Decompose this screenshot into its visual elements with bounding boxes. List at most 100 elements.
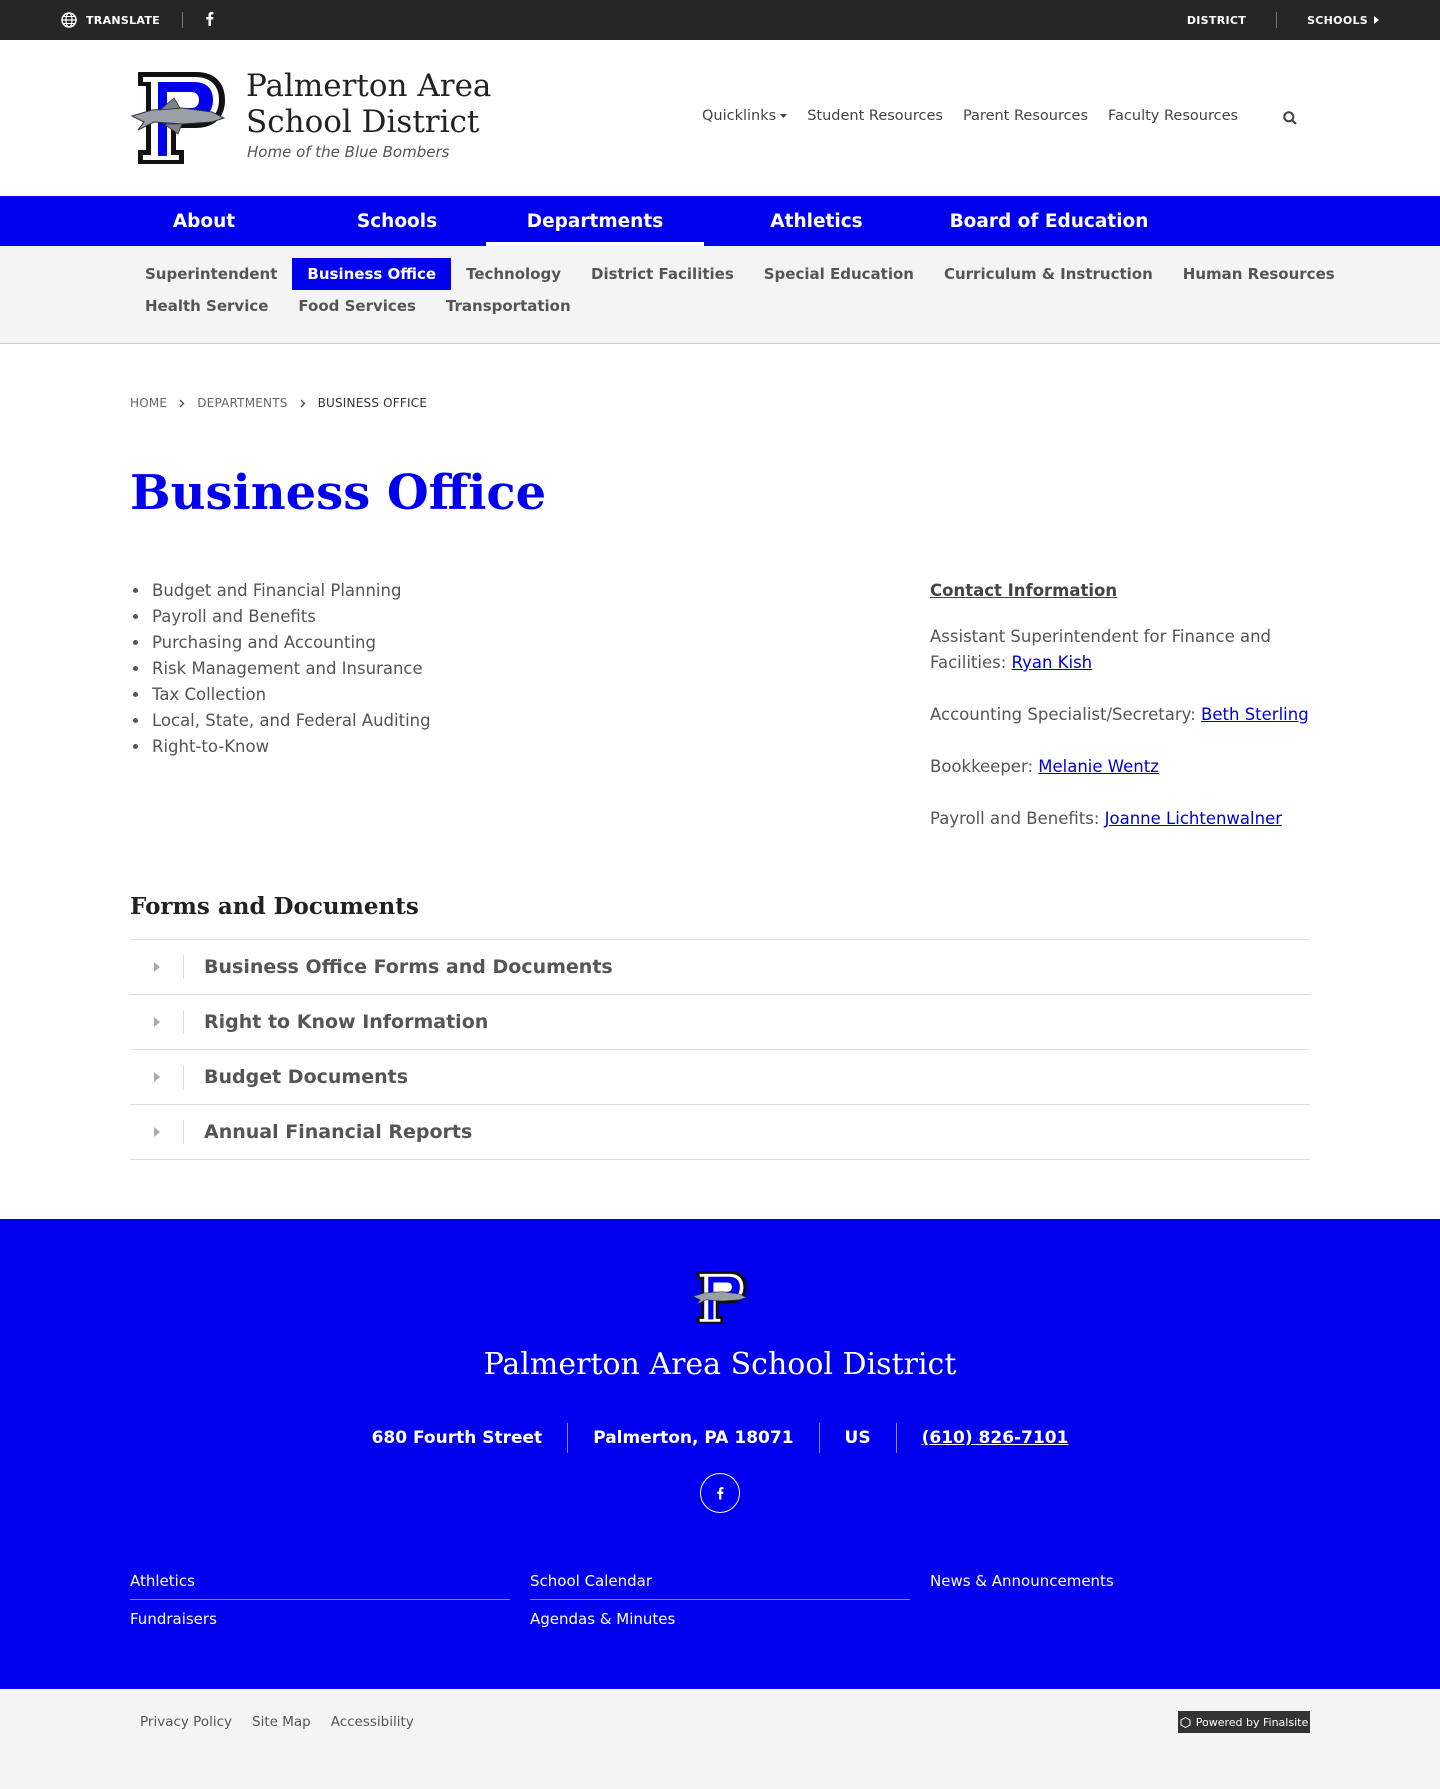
accordion-item[interactable]: Budget Documents [130, 1050, 1310, 1105]
privacy-policy-link[interactable]: Privacy Policy [140, 1714, 232, 1730]
accordion-label: Budget Documents [204, 1066, 409, 1088]
forms-heading: Forms and Documents [130, 893, 419, 920]
breadcrumb-current: BUSINESS OFFICE [317, 396, 428, 410]
faculty-resources-link[interactable]: Faculty Resources [1108, 108, 1238, 124]
caret-right-icon [130, 1120, 184, 1144]
search-icon[interactable] [1283, 110, 1297, 129]
nav-departments[interactable]: Departments [486, 196, 704, 246]
footer-link-school-calendar[interactable]: School Calendar [530, 1562, 910, 1600]
nav-about[interactable]: About [130, 196, 278, 246]
footer-site-name: Palmerton Area School District [483, 1347, 957, 1382]
contact-item: Accounting Specialist/Secretary: Beth St… [930, 702, 1310, 728]
contact-role: Payroll and Benefits: [930, 809, 1105, 828]
footer-link-news-announcements[interactable]: News & Announcements [930, 1562, 1310, 1600]
contact-link-beth-sterling[interactable]: Beth Sterling [1201, 705, 1309, 724]
main-navigation: About Schools Departments Athletics Boar… [0, 196, 1440, 246]
accordion-label: Business Office Forms and Documents [204, 956, 613, 978]
contact-role: Accounting Specialist/Secretary: [930, 705, 1202, 724]
accordion-item[interactable]: Business Office Forms and Documents [130, 940, 1310, 995]
top-utility-bar: TRANSLATE DISTRICT SCHOOLS [0, 0, 1440, 40]
caret-right-icon [1374, 16, 1379, 24]
caret-right-icon [130, 1065, 184, 1089]
footer-link-agendas-minutes[interactable]: Agendas & Minutes [530, 1600, 910, 1638]
footer-link-athletics[interactable]: Athletics [130, 1562, 510, 1600]
accordion-item[interactable]: Annual Financial Reports [130, 1105, 1310, 1160]
department-subnav: Superintendent Business Office Technolog… [0, 246, 1440, 344]
subnav-business-office[interactable]: Business Office [292, 258, 452, 290]
contact-link-ryan-kish[interactable]: Ryan Kish [1012, 653, 1093, 672]
finalsite-logo-icon [1180, 1716, 1191, 1728]
footer-facebook-icon[interactable] [700, 1473, 740, 1513]
subnav-district-facilities[interactable]: District Facilities [576, 258, 749, 290]
footer-logo [692, 1271, 748, 1324]
site-header: Palmerton Area School District Home of t… [0, 40, 1440, 196]
footer-country: US [818, 1423, 896, 1453]
translate-button[interactable]: TRANSLATE [61, 12, 160, 28]
list-item: Local, State, and Federal Auditing [150, 708, 431, 734]
accordion-label: Right to Know Information [204, 1011, 489, 1033]
breadcrumb-home[interactable]: HOME [130, 396, 167, 410]
page-title: Business Office [130, 465, 547, 521]
district-link[interactable]: DISTRICT [1187, 14, 1246, 27]
contact-heading: Contact Information [930, 581, 1118, 600]
site-footer: Palmerton Area School District 680 Fourt… [0, 1219, 1440, 1689]
list-item: Risk Management and Insurance [150, 656, 431, 682]
site-tagline: Home of the Blue Bombers [247, 143, 450, 161]
student-resources-link[interactable]: Student Resources [807, 108, 943, 124]
subnav-superintendent[interactable]: Superintendent [130, 258, 292, 290]
district-logo[interactable] [130, 72, 226, 164]
quicklinks-dropdown[interactable]: Quicklinks [702, 108, 788, 124]
chevron-right-icon [300, 399, 306, 407]
accordion-label: Annual Financial Reports [204, 1121, 473, 1143]
contact-item: Payroll and Benefits: Joanne Lichtenwaln… [930, 806, 1310, 832]
powered-by-finalsite-badge[interactable]: Powered by Finalsite [1178, 1711, 1310, 1733]
quicklinks-nav: Quicklinks Student Resources Parent Reso… [702, 108, 1238, 124]
chevron-right-icon [179, 399, 185, 407]
divider [182, 12, 184, 28]
contact-item: Bookkeeper: Melanie Wentz [930, 754, 1310, 780]
breadcrumb-departments[interactable]: DEPARTMENTS [197, 396, 287, 410]
subnav-technology[interactable]: Technology [451, 258, 576, 290]
footer-city: Palmerton, PA 18071 [567, 1423, 818, 1453]
list-item: Payroll and Benefits [150, 604, 431, 630]
translate-label: TRANSLATE [86, 13, 161, 27]
site-map-link[interactable]: Site Map [252, 1714, 311, 1730]
powered-by-label: Powered by Finalsite [1195, 1715, 1309, 1729]
subnav-health-service[interactable]: Health Service [130, 290, 283, 322]
footer-street: 680 Fourth Street [371, 1428, 543, 1448]
facebook-icon[interactable] [205, 11, 214, 29]
caret-right-icon [130, 1010, 184, 1034]
subnav-transportation[interactable]: Transportation [431, 290, 586, 322]
subnav-human-resources[interactable]: Human Resources [1168, 258, 1350, 290]
subnav-food-services[interactable]: Food Services [283, 290, 431, 322]
footer-phone-link[interactable]: (610) 826-7101 [895, 1423, 1094, 1453]
schools-label: SCHOOLS [1307, 13, 1368, 27]
bottom-bar: Privacy Policy Site Map Accessibility Po… [0, 1689, 1440, 1789]
subnav-special-education[interactable]: Special Education [749, 258, 929, 290]
contact-role: Assistant Superintendent for Finance and… [930, 627, 1272, 672]
legal-links: Privacy Policy Site Map Accessibility [140, 1714, 414, 1730]
divider [1276, 12, 1278, 28]
nav-board-of-education[interactable]: Board of Education [949, 196, 1149, 246]
accordion-item[interactable]: Right to Know Information [130, 995, 1310, 1050]
contact-information: Contact Information Assistant Superinten… [930, 578, 1310, 858]
contact-role: Bookkeeper: [930, 757, 1039, 776]
contact-link-melanie-wentz[interactable]: Melanie Wentz [1038, 757, 1159, 776]
parent-resources-link[interactable]: Parent Resources [963, 108, 1088, 124]
nav-athletics[interactable]: Athletics [734, 196, 899, 246]
footer-address: 680 Fourth Street Palmerton, PA 18071 US… [0, 1423, 1440, 1453]
footer-link-fundraisers[interactable]: Fundraisers [130, 1600, 510, 1638]
footer-links: Athletics School Calendar News & Announc… [130, 1562, 1310, 1638]
forms-accordion: Business Office Forms and Documents Righ… [130, 939, 1310, 1160]
accessibility-link[interactable]: Accessibility [331, 1714, 414, 1730]
list-item: Purchasing and Accounting [150, 630, 431, 656]
nav-schools[interactable]: Schools [308, 196, 486, 246]
subnav-curriculum-instruction[interactable]: Curriculum & Instruction [929, 258, 1168, 290]
list-item: Budget and Financial Planning [150, 578, 431, 604]
globe-icon [61, 12, 77, 28]
contact-link-joanne-lichtenwalner[interactable]: Joanne Lichtenwalner [1105, 809, 1282, 828]
site-name: Palmerton Area School District [246, 68, 492, 140]
caret-right-icon [130, 955, 184, 979]
schools-dropdown[interactable]: SCHOOLS [1307, 14, 1379, 27]
services-list: Budget and Financial Planning Payroll an… [150, 578, 431, 760]
